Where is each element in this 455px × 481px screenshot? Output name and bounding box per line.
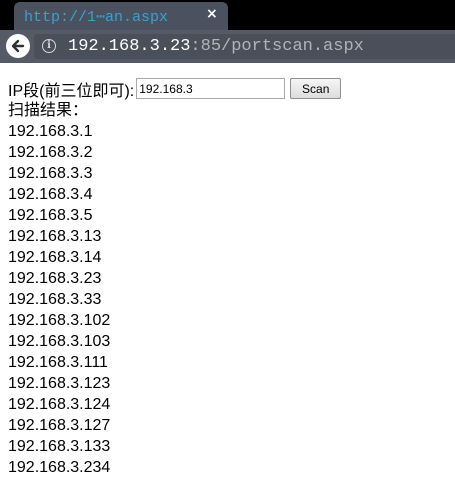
list-item: 192.168.3.124 xyxy=(8,396,111,413)
scan-results-label: 扫描结果： xyxy=(8,102,89,119)
url-host-text: 192.168.3.23 xyxy=(68,37,191,56)
list-item: 192.168.3.133 xyxy=(8,438,111,455)
list-item: 192.168.3.127 xyxy=(8,417,111,434)
url-path: :85/portscan.aspx xyxy=(190,37,364,56)
list-item: 192.168.3.102 xyxy=(8,312,111,329)
page-content: IP段(前三位即可): Scan 扫描结果： 192.168.3.1 192.1… xyxy=(8,77,342,478)
tab-title: http://1⋯an.aspx xyxy=(24,9,169,26)
list-item: 192.168.3.234 xyxy=(8,459,111,476)
info-icon[interactable]: i xyxy=(42,39,56,53)
scan-button[interactable]: Scan xyxy=(290,78,342,99)
list-item: 192.168.3.111 xyxy=(8,354,108,371)
url-host: 192.168.3.23:85/portscan.aspx xyxy=(68,37,364,56)
ip-segment-input[interactable] xyxy=(136,78,286,99)
list-item: 192.168.3.5 xyxy=(8,207,93,224)
list-item: 192.168.3.3 xyxy=(8,165,93,182)
list-item: 192.168.3.103 xyxy=(8,333,111,350)
list-item: 192.168.3.33 xyxy=(8,291,102,308)
list-item: 192.168.3.4 xyxy=(8,186,93,203)
browser-toolbar: i 192.168.3.23:85/portscan.aspx xyxy=(0,30,455,63)
address-bar[interactable]: i 192.168.3.23:85/portscan.aspx xyxy=(34,34,455,59)
back-arrow-icon xyxy=(11,39,25,53)
list-item: 192.168.3.14 xyxy=(8,249,102,266)
browser-tab[interactable]: http://1⋯an.aspx × xyxy=(14,2,228,30)
browser-chrome: http://1⋯an.aspx × i 192.168.3.23:85/por… xyxy=(0,0,455,63)
list-item: 192.168.3.2 xyxy=(8,144,93,161)
list-item: 192.168.3.13 xyxy=(8,228,102,245)
close-icon[interactable]: × xyxy=(206,6,218,22)
list-item: 192.168.3.1 xyxy=(8,123,93,140)
ip-segment-label: IP段(前三位即可): xyxy=(8,82,135,100)
list-item: 192.168.3.23 xyxy=(8,270,102,287)
scan-form: IP段(前三位即可): Scan xyxy=(8,77,342,100)
list-item: 192.168.3.123 xyxy=(8,375,111,392)
back-button[interactable] xyxy=(6,34,30,58)
scan-results-list: 192.168.3.1 192.168.3.2 192.168.3.3 192.… xyxy=(8,121,341,478)
